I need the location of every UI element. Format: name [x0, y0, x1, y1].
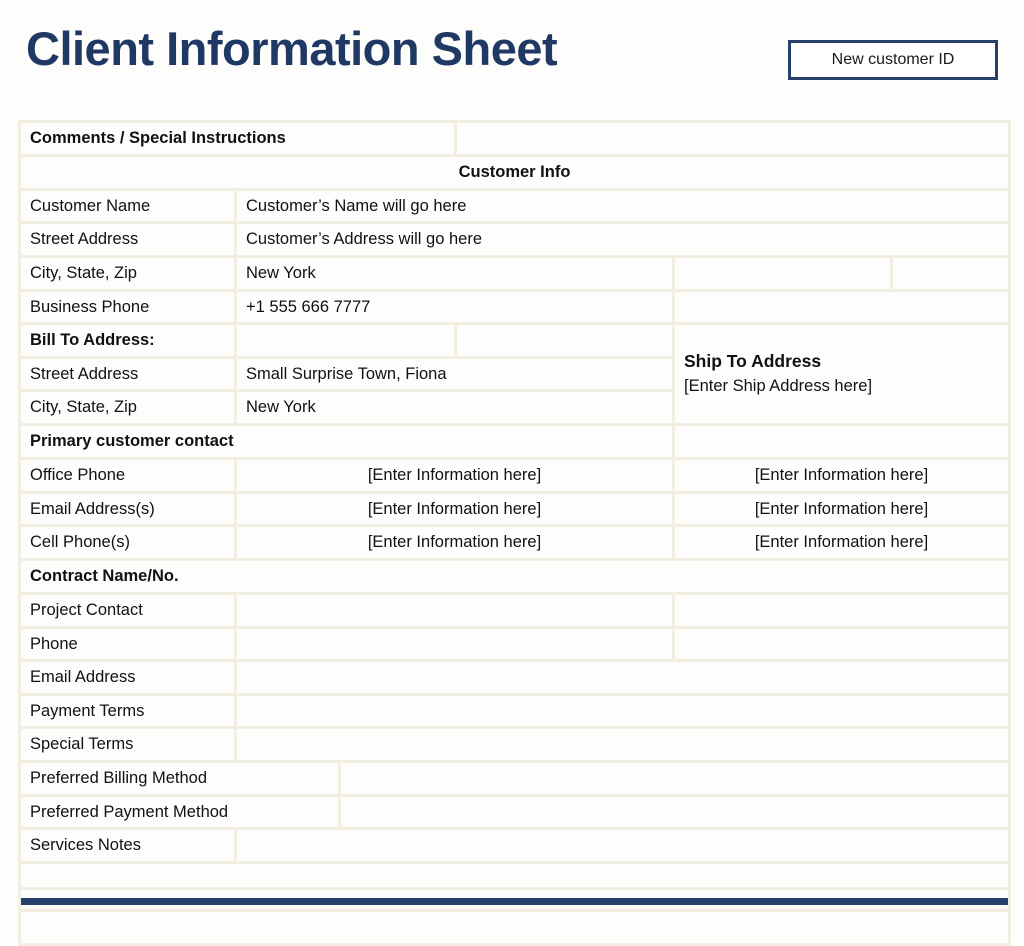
primary-customer-contact-heading-spacer [672, 423, 1011, 460]
contract-name-no-heading: Contract Name/No. [18, 557, 1011, 595]
bill-to-street-label: Street Address [18, 355, 237, 393]
blue-divider-row [18, 886, 1011, 912]
table-row: Customer Info [18, 153, 1011, 191]
contract-email-value[interactable] [234, 659, 1011, 696]
table-row: Email Address [18, 659, 1011, 696]
customer-business-phone-label: Business Phone [18, 288, 237, 326]
table-row: Office Phone [Enter Information here] [E… [18, 457, 1011, 494]
email-addresses-label: Email Address(s) [18, 490, 237, 528]
customer-street-label: Street Address [18, 221, 237, 258]
client-info-table: Comments / Special Instructions Customer… [18, 120, 1011, 946]
cell-phones-label: Cell Phone(s) [18, 524, 237, 561]
customer-city-value[interactable]: New York [234, 254, 675, 292]
preferred-payment-method-value[interactable] [338, 793, 1011, 831]
customer-info-heading: Customer Info [18, 153, 1011, 191]
table-row: Comments / Special Instructions [18, 120, 1011, 157]
office-phone-label: Office Phone [18, 457, 237, 494]
table-row: Preferred Billing Method [18, 760, 1011, 797]
client-information-sheet-page: Client Information Sheet New customer ID… [0, 0, 1024, 946]
contract-phone-label: Phone [18, 625, 237, 663]
table-row: Email Address(s) [Enter Information here… [18, 490, 1011, 528]
project-contact-value-extra[interactable] [672, 591, 1011, 629]
comments-value-cell[interactable] [454, 120, 1011, 157]
blue-divider-bar [22, 897, 1007, 905]
bill-to-address-label: Bill To Address: [18, 322, 237, 359]
preferred-payment-method-label: Preferred Payment Method [18, 793, 341, 831]
office-phone-value-2[interactable]: [Enter Information here] [672, 457, 1011, 494]
customer-name-label: Customer Name [18, 187, 237, 225]
project-contact-value[interactable] [234, 591, 675, 629]
page-header: Client Information Sheet New customer ID [0, 0, 1024, 115]
cell-phones-value-1[interactable]: [Enter Information here] [234, 524, 675, 561]
table-row: Primary customer contact [18, 423, 1011, 460]
services-notes-value[interactable] [234, 827, 1011, 864]
preferred-billing-method-label: Preferred Billing Method [18, 760, 341, 797]
contract-email-label: Email Address [18, 659, 237, 696]
email-addresses-value-2[interactable]: [Enter Information here] [672, 490, 1011, 528]
table-row: Contract Name/No. [18, 557, 1011, 595]
customer-business-phone-extra[interactable] [672, 288, 1011, 326]
table-row: City, State, Zip New York [18, 254, 1011, 292]
email-addresses-value-1[interactable]: [Enter Information here] [234, 490, 675, 528]
table-row: Business Phone +1 555 666 7777 [18, 288, 1011, 326]
bill-to-city-value[interactable]: New York [234, 389, 675, 426]
table-row: Payment Terms [18, 692, 1011, 730]
comments-label: Comments / Special Instructions [18, 120, 457, 157]
office-phone-value-1[interactable]: [Enter Information here] [234, 457, 675, 494]
ship-to-address-cell[interactable]: Ship To Address [Enter Ship Address here… [672, 322, 1011, 426]
table-row: Phone [18, 625, 1011, 663]
table-row [18, 860, 1011, 890]
customer-business-phone-value[interactable]: +1 555 666 7777 [234, 288, 675, 326]
table-row: Project Contact [18, 591, 1011, 629]
contract-phone-value[interactable] [234, 625, 675, 663]
bill-to-address-extra[interactable] [454, 322, 675, 359]
table-row [18, 886, 1011, 912]
new-customer-id-button[interactable]: New customer ID [788, 40, 998, 80]
table-row [18, 908, 1011, 946]
table-row: Bill To Address: Ship To Address [Enter … [18, 322, 1011, 426]
spacer-row-cell [18, 860, 1011, 890]
payment-terms-label: Payment Terms [18, 692, 237, 730]
bill-to-city-label: City, State, Zip [18, 389, 237, 426]
special-terms-value[interactable] [234, 726, 1011, 763]
footer-blank-cell [18, 908, 1011, 946]
preferred-billing-method-value[interactable] [338, 760, 1011, 797]
customer-street-value[interactable]: Customer’s Address will go here [234, 221, 1011, 258]
table-row: Street Address Customer’s Address will g… [18, 221, 1011, 258]
table-row: Customer Name Customer’s Name will go he… [18, 187, 1011, 225]
special-terms-label: Special Terms [18, 726, 237, 763]
table-row: Preferred Payment Method [18, 793, 1011, 831]
table-row: Special Terms [18, 726, 1011, 763]
project-contact-label: Project Contact [18, 591, 237, 629]
customer-state-value[interactable] [672, 254, 893, 292]
primary-customer-contact-heading: Primary customer contact [18, 423, 675, 460]
page-title: Client Information Sheet [26, 22, 558, 75]
bill-to-address-value[interactable] [234, 322, 457, 359]
bill-to-street-value[interactable]: Small Surprise Town, Fiona [234, 355, 675, 393]
cell-phones-value-2[interactable]: [Enter Information here] [672, 524, 1011, 561]
customer-name-value[interactable]: Customer’s Name will go here [234, 187, 1011, 225]
table-row: Cell Phone(s) [Enter Information here] [… [18, 524, 1011, 561]
customer-zip-value[interactable] [890, 254, 1011, 292]
services-notes-label: Services Notes [18, 827, 237, 864]
table-row: Services Notes [18, 827, 1011, 864]
ship-to-address-title: Ship To Address [684, 351, 822, 372]
ship-to-address-placeholder: [Enter Ship Address here] [684, 377, 873, 396]
customer-city-label: City, State, Zip [18, 254, 237, 292]
contract-phone-value-extra[interactable] [672, 625, 1011, 663]
payment-terms-value[interactable] [234, 692, 1011, 730]
